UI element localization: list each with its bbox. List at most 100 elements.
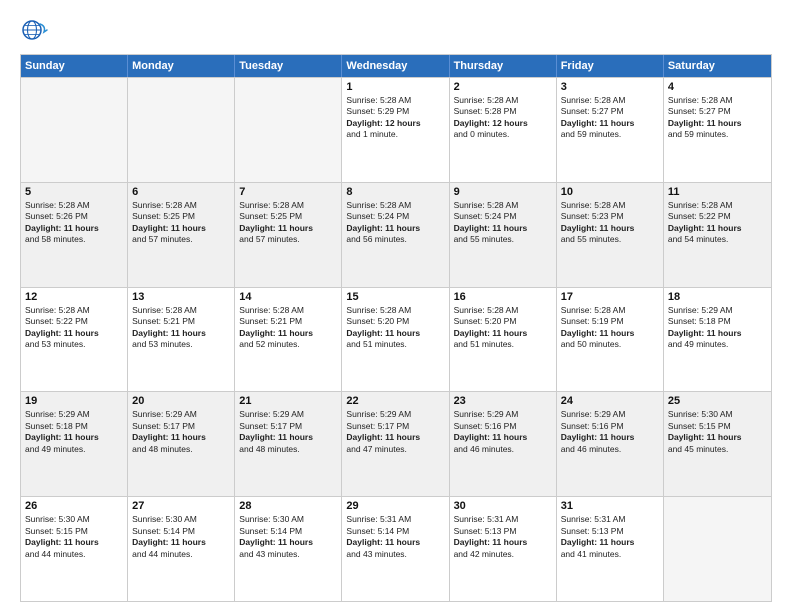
cell-info: Sunrise: 5:29 AMSunset: 5:18 PMDaylight:… [25, 409, 123, 455]
table-row: 24Sunrise: 5:29 AMSunset: 5:16 PMDayligh… [557, 392, 664, 496]
cell-info: Sunrise: 5:28 AMSunset: 5:27 PMDaylight:… [668, 95, 767, 141]
day-number: 20 [132, 395, 230, 407]
calendar: SundayMondayTuesdayWednesdayThursdayFrid… [20, 54, 772, 602]
day-header-wednesday: Wednesday [342, 55, 449, 77]
header [20, 16, 772, 44]
cell-info: Sunrise: 5:28 AMSunset: 5:20 PMDaylight:… [454, 305, 552, 351]
table-row [128, 78, 235, 182]
day-number: 2 [454, 81, 552, 93]
table-row [235, 78, 342, 182]
cell-info: Sunrise: 5:30 AMSunset: 5:14 PMDaylight:… [239, 514, 337, 560]
table-row: 9Sunrise: 5:28 AMSunset: 5:24 PMDaylight… [450, 183, 557, 287]
day-number: 8 [346, 186, 444, 198]
day-number: 14 [239, 291, 337, 303]
day-number: 22 [346, 395, 444, 407]
cell-info: Sunrise: 5:29 AMSunset: 5:16 PMDaylight:… [454, 409, 552, 455]
cell-info: Sunrise: 5:28 AMSunset: 5:22 PMDaylight:… [25, 305, 123, 351]
table-row: 27 Sunrise: 5:30 AMSunset: 5:14 PMDayligh… [128, 497, 235, 601]
day-number: 23 [454, 395, 552, 407]
table-row: 30Sunrise: 5:31 AMSunset: 5:13 PMDayligh… [450, 497, 557, 601]
table-row: 25 Sunrise: 5:30 AMSunset: 5:15 PMDayligh… [664, 392, 771, 496]
day-header-thursday: Thursday [450, 55, 557, 77]
table-row: 2Sunrise: 5:28 AMSunset: 5:28 PMDaylight… [450, 78, 557, 182]
day-number: 16 [454, 291, 552, 303]
table-row: 10 Sunrise: 5:28 AMSunset: 5:23 PMDayligh… [557, 183, 664, 287]
table-row: 12 Sunrise: 5:28 AMSunset: 5:22 PMDayligh… [21, 288, 128, 392]
table-row: 26 Sunrise: 5:30 AMSunset: 5:15 PMDayligh… [21, 497, 128, 601]
table-row: 22 Sunrise: 5:29 AMSunset: 5:17 PMDayligh… [342, 392, 449, 496]
cell-info: Sunrise: 5:28 AMSunset: 5:26 PMDaylight:… [25, 200, 123, 246]
day-number: 29 [346, 500, 444, 512]
table-row [664, 497, 771, 601]
cell-info: Sunrise: 5:29 AMSunset: 5:17 PMDaylight:… [132, 409, 230, 455]
calendar-week-2: 5 Sunrise: 5:28 AMSunset: 5:26 PMDaylight… [21, 182, 771, 287]
cell-info: Sunrise: 5:31 AMSunset: 5:13 PMDaylight:… [561, 514, 659, 560]
table-row: 15 Sunrise: 5:28 AMSunset: 5:20 PMDayligh… [342, 288, 449, 392]
cell-info: Sunrise: 5:28 AMSunset: 5:19 PMDaylight:… [561, 305, 659, 351]
day-number: 11 [668, 186, 767, 198]
table-row: 28 Sunrise: 5:30 AMSunset: 5:14 PMDayligh… [235, 497, 342, 601]
cell-info: Sunrise: 5:28 AMSunset: 5:25 PMDaylight:… [132, 200, 230, 246]
calendar-week-5: 26 Sunrise: 5:30 AMSunset: 5:15 PMDayligh… [21, 496, 771, 601]
cell-info: Sunrise: 5:29 AMSunset: 5:18 PMDaylight:… [668, 305, 767, 351]
cell-info: Sunrise: 5:28 AMSunset: 5:21 PMDaylight:… [132, 305, 230, 351]
table-row: 7 Sunrise: 5:28 AMSunset: 5:25 PMDaylight… [235, 183, 342, 287]
day-number: 10 [561, 186, 659, 198]
day-header-sunday: Sunday [21, 55, 128, 77]
day-number: 21 [239, 395, 337, 407]
cell-info: Sunrise: 5:28 AMSunset: 5:29 PMDaylight:… [346, 95, 444, 141]
day-number: 12 [25, 291, 123, 303]
cell-info: Sunrise: 5:31 AMSunset: 5:13 PMDaylight:… [454, 514, 552, 560]
cell-info: Sunrise: 5:30 AMSunset: 5:15 PMDaylight:… [25, 514, 123, 560]
table-row [21, 78, 128, 182]
day-number: 26 [25, 500, 123, 512]
day-number: 27 [132, 500, 230, 512]
table-row: 21 Sunrise: 5:29 AMSunset: 5:17 PMDayligh… [235, 392, 342, 496]
cell-info: Sunrise: 5:28 AMSunset: 5:22 PMDaylight:… [668, 200, 767, 246]
table-row: 19 Sunrise: 5:29 AMSunset: 5:18 PMDayligh… [21, 392, 128, 496]
cell-info: Sunrise: 5:29 AMSunset: 5:17 PMDaylight:… [239, 409, 337, 455]
day-number: 19 [25, 395, 123, 407]
table-row: 14Sunrise: 5:28 AMSunset: 5:21 PMDayligh… [235, 288, 342, 392]
day-number: 18 [668, 291, 767, 303]
cell-info: Sunrise: 5:30 AMSunset: 5:15 PMDaylight:… [668, 409, 767, 455]
table-row: 31 Sunrise: 5:31 AMSunset: 5:13 PMDayligh… [557, 497, 664, 601]
day-number: 6 [132, 186, 230, 198]
day-number: 13 [132, 291, 230, 303]
table-row: 29 Sunrise: 5:31 AMSunset: 5:14 PMDayligh… [342, 497, 449, 601]
table-row: 23 Sunrise: 5:29 AMSunset: 5:16 PMDayligh… [450, 392, 557, 496]
calendar-week-3: 12 Sunrise: 5:28 AMSunset: 5:22 PMDayligh… [21, 287, 771, 392]
day-number: 9 [454, 186, 552, 198]
day-number: 31 [561, 500, 659, 512]
day-number: 25 [668, 395, 767, 407]
table-row: 4 Sunrise: 5:28 AMSunset: 5:27 PMDaylight… [664, 78, 771, 182]
day-number: 5 [25, 186, 123, 198]
table-row: 5 Sunrise: 5:28 AMSunset: 5:26 PMDaylight… [21, 183, 128, 287]
cell-info: Sunrise: 5:29 AMSunset: 5:17 PMDaylight:… [346, 409, 444, 455]
calendar-body: 1 Sunrise: 5:28 AMSunset: 5:29 PMDaylight… [21, 77, 771, 601]
day-number: 17 [561, 291, 659, 303]
day-header-saturday: Saturday [664, 55, 771, 77]
table-row: 16 Sunrise: 5:28 AMSunset: 5:20 PMDayligh… [450, 288, 557, 392]
cell-info: Sunrise: 5:28 AMSunset: 5:25 PMDaylight:… [239, 200, 337, 246]
table-row: 13 Sunrise: 5:28 AMSunset: 5:21 PMDayligh… [128, 288, 235, 392]
cell-info: Sunrise: 5:28 AMSunset: 5:23 PMDaylight:… [561, 200, 659, 246]
day-header-monday: Monday [128, 55, 235, 77]
table-row: 17 Sunrise: 5:28 AMSunset: 5:19 PMDayligh… [557, 288, 664, 392]
day-number: 4 [668, 81, 767, 93]
table-row: 11 Sunrise: 5:28 AMSunset: 5:22 PMDayligh… [664, 183, 771, 287]
table-row: 8Sunrise: 5:28 AMSunset: 5:24 PMDaylight… [342, 183, 449, 287]
day-number: 28 [239, 500, 337, 512]
calendar-week-4: 19 Sunrise: 5:29 AMSunset: 5:18 PMDayligh… [21, 391, 771, 496]
day-number: 1 [346, 81, 444, 93]
cell-info: Sunrise: 5:28 AMSunset: 5:20 PMDaylight:… [346, 305, 444, 351]
day-number: 7 [239, 186, 337, 198]
page: SundayMondayTuesdayWednesdayThursdayFrid… [0, 0, 792, 612]
table-row: 3Sunrise: 5:28 AMSunset: 5:27 PMDaylight… [557, 78, 664, 182]
cell-info: Sunrise: 5:30 AMSunset: 5:14 PMDaylight:… [132, 514, 230, 560]
cell-info: Sunrise: 5:31 AMSunset: 5:14 PMDaylight:… [346, 514, 444, 560]
day-number: 3 [561, 81, 659, 93]
day-header-friday: Friday [557, 55, 664, 77]
day-number: 15 [346, 291, 444, 303]
table-row: 18 Sunrise: 5:29 AMSunset: 5:18 PMDayligh… [664, 288, 771, 392]
